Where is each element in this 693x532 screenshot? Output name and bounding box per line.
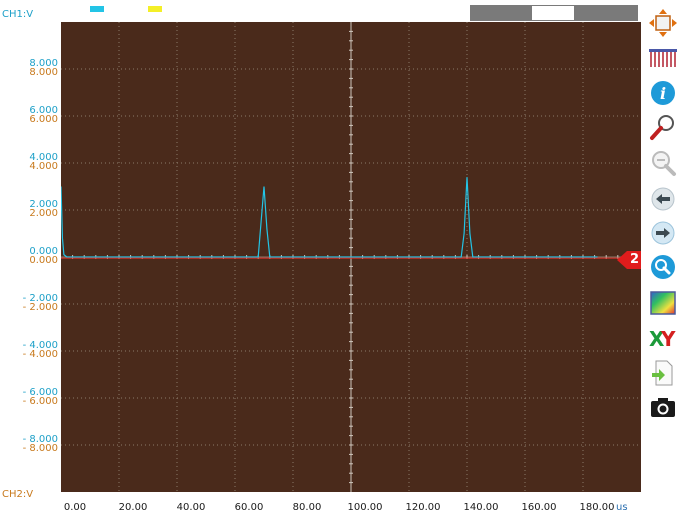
zoom-fit-icon [651,255,675,279]
x-tick-label: 80.00 [292,502,322,513]
color-palette-icon [650,291,676,315]
y-tick-label-ch2: - 8.000 [22,443,58,454]
pan-right-button[interactable] [646,218,680,248]
ch2-axis-label: CH2:V [2,489,34,500]
horizontal-scrollbar[interactable] [470,5,638,21]
waveform-plot[interactable] [61,22,641,492]
export-button[interactable] [646,358,680,388]
zoom-in-button[interactable] [646,112,680,142]
x-tick-label: 60.00 [234,502,264,513]
legend-ch1[interactable]: CH1 [67,4,104,18]
y-tick-label-ch2: 0.000 [29,255,58,266]
y-tick-label-ch2: 2.000 [29,208,58,219]
y-tick-label-ch2: - 6.000 [22,396,58,407]
zoom-in-icon [650,115,674,140]
color-settings-button[interactable] [646,288,680,318]
x-tick-label: 20.00 [118,502,148,513]
screenshot-button[interactable] [646,392,680,422]
export-icon [652,360,673,386]
legend-ch2[interactable]: CH2 [125,4,162,18]
x-tick-label: 180.00 [579,502,615,513]
scrollbar-thumb[interactable] [532,6,574,20]
series-ch1-line [61,177,598,258]
y-tick-label-ch2: 6.000 [29,114,58,125]
y-tick-label-ch2: 4.000 [29,161,58,172]
x-tick-label: 40.00 [176,502,206,513]
y-tick-label-ch2: - 4.000 [22,349,58,360]
x-tick-label: 100.00 [347,502,383,513]
pan-left-button[interactable] [646,184,680,214]
ch2-level-marker[interactable]: 2 [617,251,641,269]
ch1-axis-label: CH1:V [2,9,34,20]
xy-mode-icon: X Y [649,327,676,351]
expand-button[interactable] [646,8,680,38]
xy-mode-button[interactable]: X Y [646,322,680,352]
arrow-left-icon [651,187,675,211]
x-tick-label: 120.00 [405,502,441,513]
measure-button[interactable] [646,42,680,72]
y-tick-label-ch2: 8.000 [29,67,58,78]
legend-ch1-swatch [89,5,104,12]
info-button[interactable]: i [646,78,680,108]
legend-ch2-swatch [147,5,162,12]
info-icon: i [651,81,675,105]
zoom-out-icon [652,151,676,176]
camera-icon [651,398,675,417]
expand-icon [649,9,677,37]
y-tick-label-ch2: - 2.000 [22,302,58,313]
x-tick-label: 140.00 [463,502,499,513]
zoom-out-button[interactable] [646,148,680,178]
zoom-fit-button[interactable] [646,252,680,282]
x-tick-label: 160.00 [521,502,557,513]
scope-area[interactable] [61,22,641,492]
legend-ch1-label: CH1 [67,4,86,14]
svg-text:i: i [660,84,666,103]
x-tick-label: 0.00 [63,502,87,513]
marker-label: 2 [630,252,640,267]
toolbar: i X Y [646,8,682,428]
svg-text:Y: Y [660,327,676,351]
ruler-icon [649,49,677,67]
legend-ch2-label: CH2 [125,4,144,14]
arrow-right-icon [651,221,675,245]
x-unit-label: us [616,502,628,513]
